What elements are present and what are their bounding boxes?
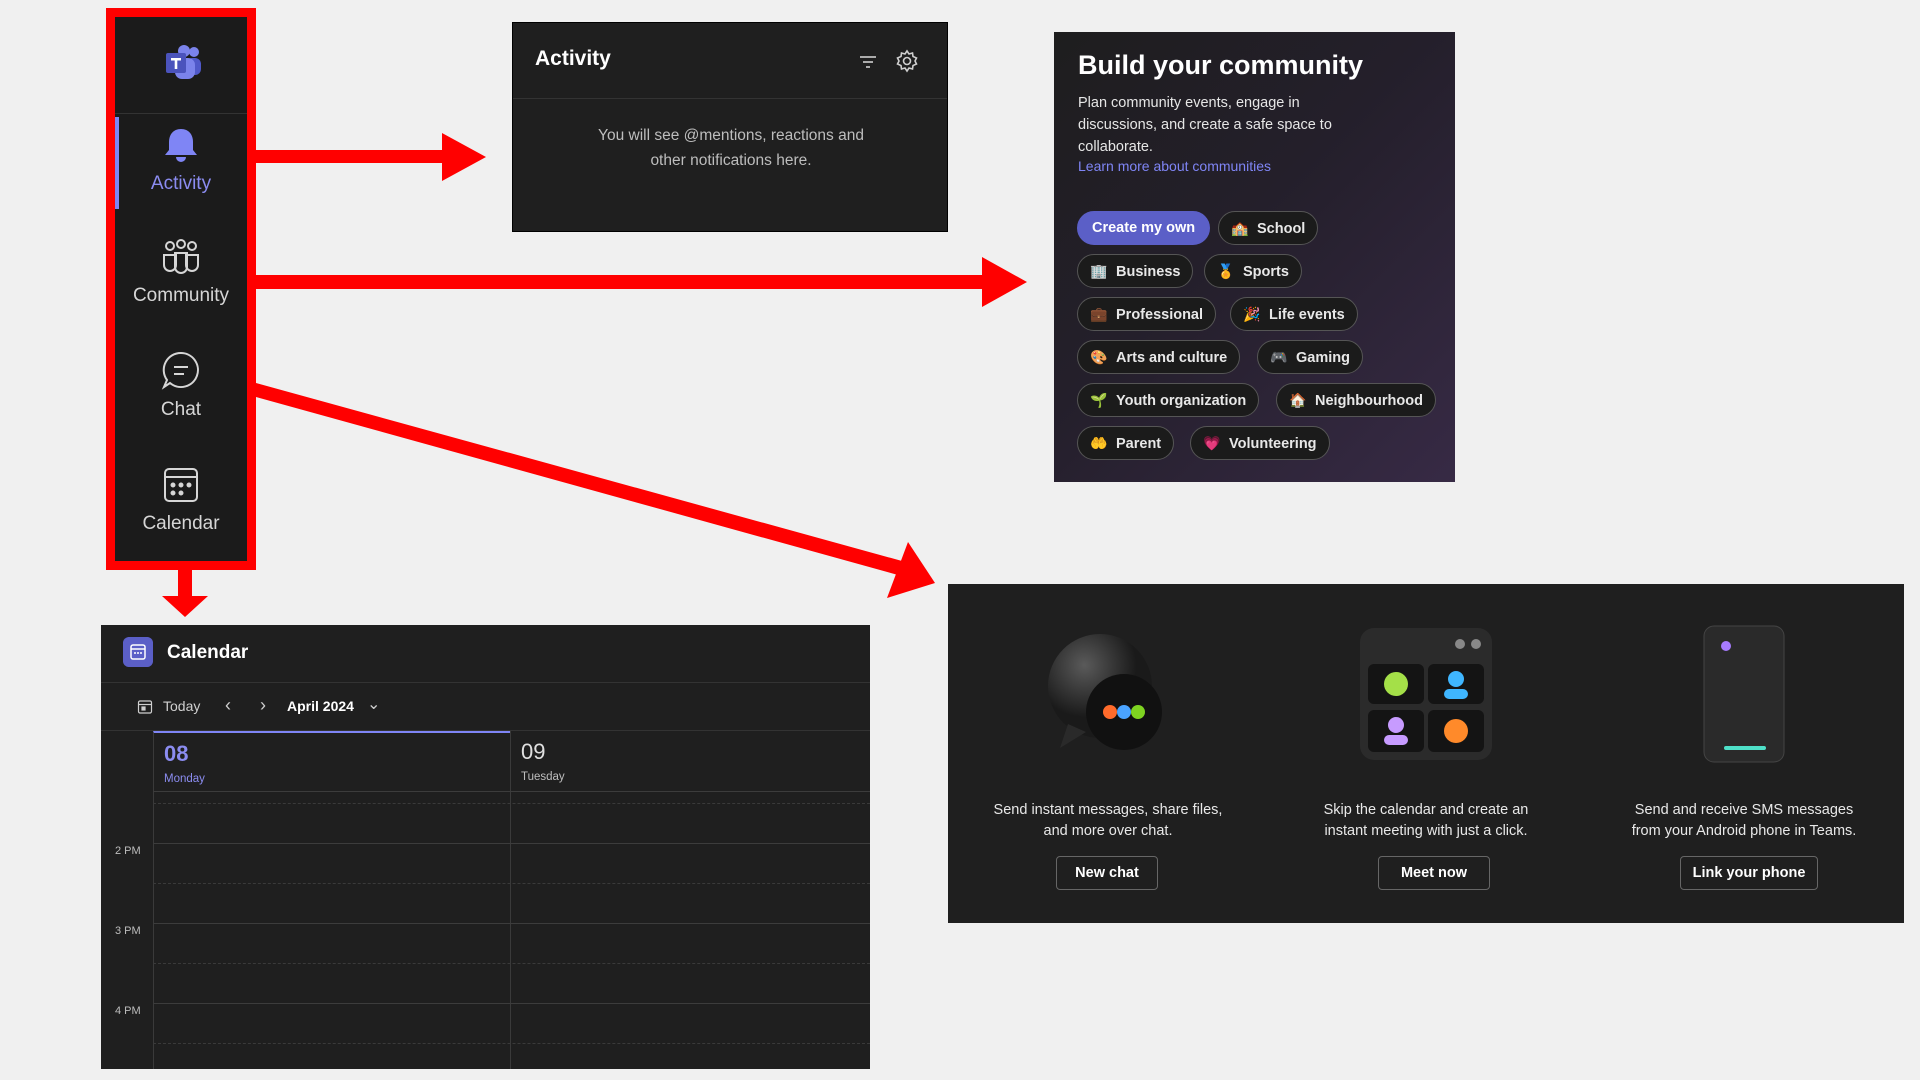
arrow-head-activity (442, 133, 486, 181)
arrow-head-community (982, 257, 1027, 307)
arrow-head-calendar (162, 596, 208, 617)
arrow-to-activity (256, 150, 446, 163)
arrow-to-calendar (178, 570, 192, 600)
arrow-to-chat (256, 383, 902, 575)
arrow-to-community (256, 275, 986, 289)
annotation-arrows (162, 133, 1027, 617)
